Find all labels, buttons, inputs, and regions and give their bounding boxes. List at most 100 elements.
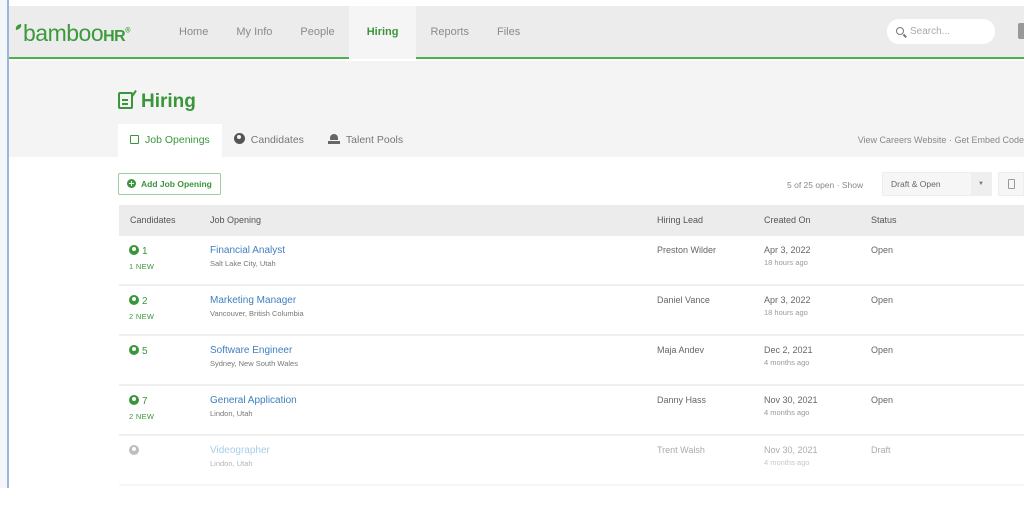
tab-talent-pools[interactable]: Talent Pools [316,124,415,157]
career-links: View Careers Website · Get Embed Code [858,135,1024,145]
hiring-lead: Danny Hass [657,395,707,405]
created-on-cell: Apr 3, 2022 18 hours ago [764,295,871,334]
candidate-icon [129,345,139,355]
chevron-down-icon: ▼ [971,173,991,195]
created-on-cell: Apr 3, 2022 18 hours ago [764,245,871,284]
top-nav-bar: bambooHR® Home My Info People Hiring Rep… [9,6,1024,59]
table-row[interactable]: 1 1 NEW Financial Analyst Salt Lake City… [119,236,1024,286]
candidates-cell: 1 1 NEW [119,245,199,284]
search-placeholder: Search... [910,26,951,37]
view-careers-website-link[interactable]: View Careers Website [858,135,947,145]
created-relative: 4 months ago [764,358,810,367]
created-date: Apr 3, 2022 [764,245,811,255]
candidate-icon [233,133,245,144]
job-opening-cell: General Application Lindon, Utah [199,395,657,434]
open-count: 5 of 25 open · Show [787,180,864,190]
created-on-cell: Dec 2, 2021 4 months ago [764,345,871,384]
created-relative: 4 months ago [764,458,810,467]
created-date: Apr 3, 2022 [764,295,811,305]
tab-candidates[interactable]: Candidates [222,124,316,157]
table-row[interactable]: 5 Software Engineer Sydney, New South Wa… [119,336,1024,386]
status-cell: Open [871,395,894,405]
job-opening-cell: Videographer Lindon, Utah [199,445,657,484]
created-on-cell: Nov 30, 2021 4 months ago [764,445,871,484]
header-job-opening[interactable]: Job Opening [199,205,657,236]
job-opening-cell: Marketing Manager Vancouver, British Col… [199,295,657,334]
user-menu-icon[interactable] [1018,23,1024,39]
table-row[interactable]: Videographer Lindon, Utah Trent Walsh No… [119,436,1024,486]
candidate-icon [129,395,139,405]
candidate-icon [129,295,139,305]
created-date: Nov 30, 2021 [764,445,818,455]
hiring-lead: Preston Wilder [657,245,717,255]
nav-my-info[interactable]: My Info [222,6,286,59]
header-candidates[interactable]: Candidates [119,205,199,236]
created-relative: 4 months ago [764,408,810,417]
export-button[interactable] [998,172,1024,196]
add-job-opening-button[interactable]: Add Job Opening [118,173,221,195]
new-candidates-badge[interactable]: 2 NEW [129,412,199,421]
candidates-cell: 2 2 NEW [119,295,199,334]
add-circle-icon [127,179,136,188]
new-candidates-badge[interactable]: 1 NEW [129,262,199,271]
created-on-cell: Nov 30, 2021 4 months ago [764,395,871,434]
link-separator: · [948,135,952,145]
bamboohr-logo[interactable]: bambooHR® [14,20,130,47]
status-cell: Open [871,345,894,355]
job-title-link[interactable]: General Application [210,395,657,406]
status-filter-select[interactable]: Draft & Open ▼ [882,172,992,196]
page-title: Hiring [118,91,196,113]
candidate-icon [129,445,139,455]
header-status[interactable]: Status [871,205,1024,236]
candidate-count[interactable]: 2 [129,295,199,307]
candidates-cell [119,445,199,484]
job-title-link[interactable]: Marketing Manager [210,295,657,306]
talent-pools-icon [327,134,340,144]
hiring-icon [118,92,133,109]
nav-reports[interactable]: Reports [416,6,483,59]
table-row[interactable]: 7 2 NEW General Application Lindon, Utah… [119,386,1024,436]
header-hiring-lead[interactable]: Hiring Lead [657,205,764,236]
get-embed-code-link[interactable]: Get Embed Code [954,135,1024,145]
main-nav: Home My Info People Hiring Reports Files [165,6,534,59]
candidate-icon [129,245,139,255]
page-header: Hiring Job Openings Candidates Talent Po… [9,61,1024,157]
new-candidates-badge[interactable]: 2 NEW [129,312,199,321]
job-opening-cell: Financial Analyst Salt Lake City, Utah [199,245,657,284]
job-location: Lindon, Utah [210,459,253,468]
job-title-link[interactable]: Software Engineer [210,345,657,356]
job-openings-table: Candidates Job Opening Hiring Lead Creat… [119,205,1024,486]
created-date: Nov 30, 2021 [764,395,818,405]
candidate-count[interactable]: 7 [129,395,199,407]
created-relative: 18 hours ago [764,308,808,317]
status-cell: Open [871,245,894,255]
job-title-link[interactable]: Financial Analyst [210,245,657,256]
job-location: Sydney, New South Wales [210,359,298,368]
created-date: Dec 2, 2021 [764,345,813,355]
header-created-on[interactable]: Created On [764,205,871,236]
table-row[interactable]: 2 2 NEW Marketing Manager Vancouver, Bri… [119,286,1024,336]
job-location: Vancouver, British Columbia [210,309,304,318]
job-openings-icon [130,135,139,144]
nav-hiring[interactable]: Hiring [348,6,417,59]
candidate-count[interactable]: 1 [129,245,199,257]
tab-job-openings[interactable]: Job Openings [118,124,222,157]
search-input[interactable]: Search... [887,19,995,44]
hiring-lead: Maja Andev [657,345,705,355]
job-title-link[interactable]: Videographer [210,445,657,456]
candidates-cell: 5 [119,345,199,384]
job-location: Lindon, Utah [210,409,253,418]
leaf-icon [14,23,23,31]
status-cell: Open [871,295,894,305]
candidate-count[interactable]: 5 [129,345,199,357]
hiring-lead: Daniel Vance [657,295,710,305]
candidate-count[interactable] [129,445,199,457]
created-relative: 18 hours ago [764,258,808,267]
nav-people[interactable]: People [286,6,348,59]
job-opening-cell: Software Engineer Sydney, New South Wale… [199,345,657,384]
candidates-cell: 7 2 NEW [119,395,199,434]
table-header: Candidates Job Opening Hiring Lead Creat… [119,205,1024,236]
hiring-tabs: Job Openings Candidates Talent Pools [118,124,415,157]
nav-home[interactable]: Home [165,6,222,59]
nav-files[interactable]: Files [483,6,534,59]
